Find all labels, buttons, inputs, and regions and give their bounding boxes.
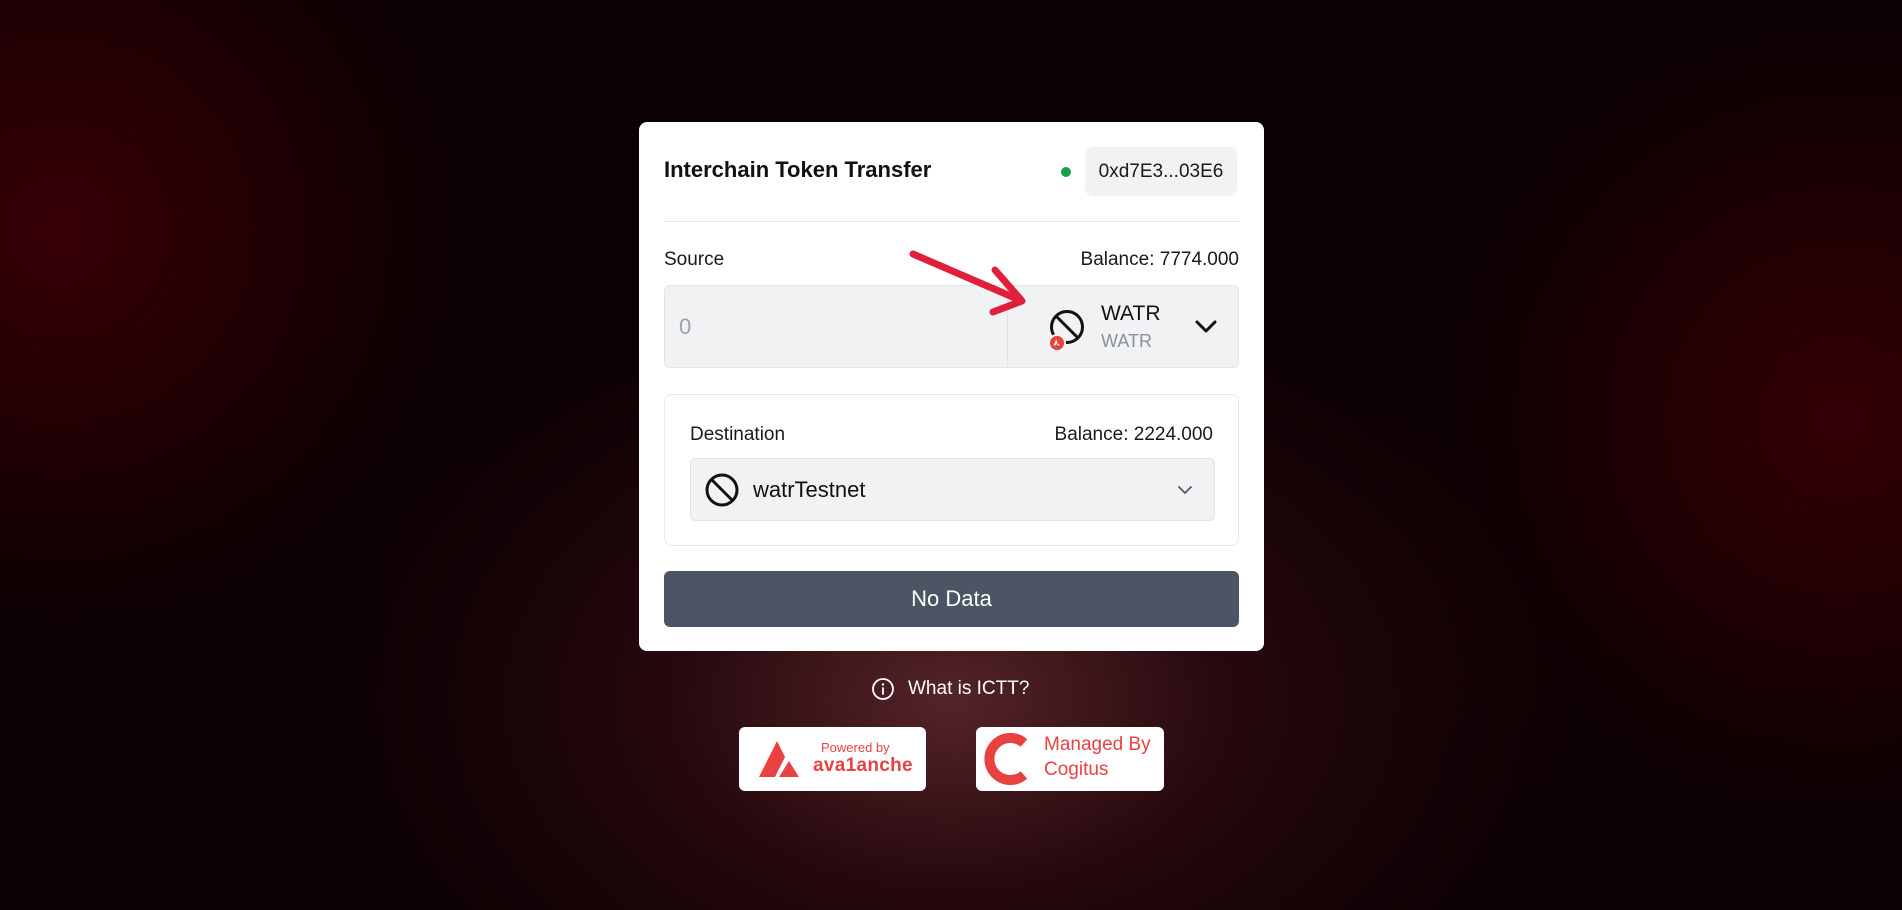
header-divider [664, 221, 1239, 222]
transfer-card: Interchain Token Transfer 0xd7E3...03E6 … [639, 122, 1264, 651]
destination-label: Destination [690, 424, 786, 445]
token-select[interactable]: WATR WATR [1008, 286, 1238, 367]
what-is-ictt-label: What is ICTT? [908, 678, 1030, 699]
page-title: Interchain Token Transfer [664, 157, 932, 182]
managed-by-cogitus-link[interactable]: Managed By Cogitus [976, 727, 1164, 791]
source-balance: Balance: 7774.000 [1080, 249, 1239, 270]
prohibited-circle-icon [705, 473, 739, 507]
chevron-down-icon [1195, 320, 1217, 333]
cogitus-name: Cogitus [1044, 759, 1109, 780]
amount-input[interactable] [665, 286, 1008, 367]
destination-chain-select[interactable]: watrTestnet [690, 458, 1215, 521]
avalanche-badge-icon [1048, 334, 1066, 352]
destination-balance: Balance: 2224.000 [1054, 424, 1213, 445]
chevron-down-icon [1178, 486, 1192, 494]
wallet-address-button[interactable]: 0xd7E3...03E6 [1085, 147, 1237, 196]
connection-status-dot [1061, 167, 1071, 177]
cogitus-logo-icon [984, 733, 1028, 785]
what-is-ictt-link[interactable]: What is ICTT? [871, 676, 1029, 702]
source-label: Source [664, 249, 725, 270]
source-input-row: WATR WATR [664, 285, 1239, 368]
destination-panel: Destination Balance: 2224.000 watrTestne… [664, 394, 1239, 546]
avalanche-wordmark: ava1anche [813, 755, 913, 776]
powered-by-avalanche-link[interactable]: Powered by ava1anche [739, 727, 926, 791]
submit-button[interactable]: No Data [664, 571, 1239, 627]
destination-chain-name: watrTestnet [753, 477, 866, 502]
avalanche-logo-icon [759, 741, 799, 777]
token-name: WATR [1101, 302, 1161, 325]
powered-by-label: Powered by [821, 740, 890, 755]
info-icon [872, 678, 894, 700]
token-symbol: WATR [1101, 331, 1152, 351]
managed-by-label: Managed By [1044, 734, 1151, 755]
